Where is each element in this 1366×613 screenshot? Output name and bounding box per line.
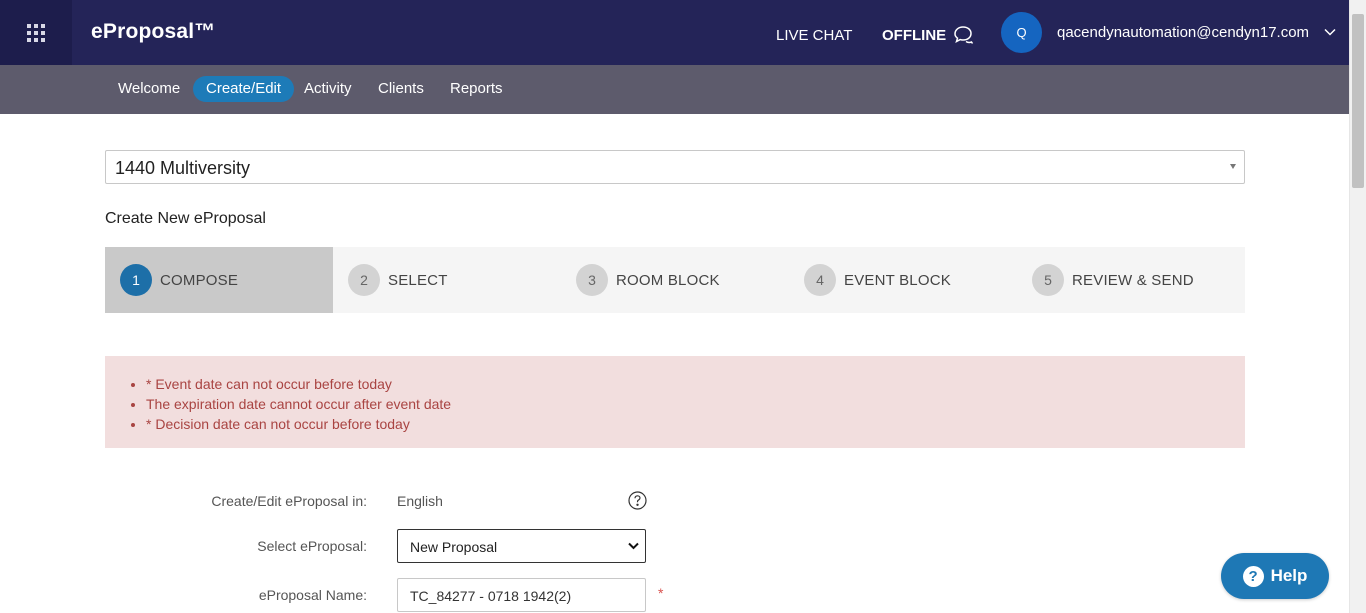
question-circle-icon[interactable] (628, 491, 647, 510)
error-item: The expiration date cannot occur after e… (146, 394, 451, 414)
chat-bubble-icon (954, 26, 974, 44)
step-number: 4 (804, 264, 836, 296)
error-item: * Event date can not occur before today (146, 374, 451, 394)
step-number: 1 (120, 264, 152, 296)
help-button[interactable]: ? Help (1221, 553, 1329, 599)
help-button-label: Help (1270, 566, 1308, 585)
proposal-name-input[interactable]: TC_84277 - 0718 1942(2) (397, 578, 646, 612)
chevron-down-icon[interactable] (1324, 28, 1336, 36)
step-event-block[interactable]: 4 EVENT BLOCK (789, 247, 1017, 313)
apps-menu-button[interactable] (0, 0, 72, 65)
property-select[interactable]: 1440 Multiversity (105, 150, 1245, 184)
offline-chat-status[interactable]: OFFLINE (882, 25, 974, 45)
language-label: Create/Edit eProposal in: (211, 493, 367, 509)
select-proposal-value: New Proposal (410, 539, 498, 555)
question-circle-icon: ? (1242, 565, 1264, 587)
step-label: REVIEW & SEND (1072, 271, 1194, 289)
main-nav: Welcome Create/Edit Activity Clients Rep… (0, 65, 1349, 114)
user-email-menu[interactable]: qacendynautomation@cendyn17.com (1057, 24, 1309, 41)
step-label: ROOM BLOCK (616, 271, 720, 289)
error-item: * Decision date can not occur before tod… (146, 414, 451, 434)
step-number: 5 (1032, 264, 1064, 296)
step-compose[interactable]: 1 COMPOSE (105, 247, 333, 313)
step-room-block[interactable]: 3 ROOM BLOCK (561, 247, 789, 313)
step-label: SELECT (388, 271, 448, 289)
offline-label: OFFLINE (882, 26, 947, 44)
scrollbar-thumb[interactable] (1352, 14, 1364, 188)
proposal-name-value: TC_84277 - 0718 1942(2) (410, 588, 572, 604)
step-number: 2 (348, 264, 380, 296)
wizard-stepper: 1 COMPOSE 2 SELECT 3 ROOM BLOCK 4 EVENT … (105, 247, 1245, 313)
page-scrollbar[interactable] (1349, 0, 1366, 613)
language-value: English (397, 493, 443, 509)
top-bar: eProposal™ LIVE CHAT OFFLINE Q qacendyna… (0, 0, 1349, 65)
step-label: EVENT BLOCK (844, 271, 951, 289)
step-label: COMPOSE (160, 271, 239, 289)
apps-grid-icon (27, 23, 45, 42)
nav-item-clients[interactable]: Clients (365, 76, 437, 102)
live-chat-link[interactable]: LIVE CHAT (776, 27, 852, 44)
nav-item-reports[interactable]: Reports (437, 76, 516, 102)
page-title: Create New eProposal (105, 210, 266, 227)
select-proposal-label: Select eProposal: (257, 538, 367, 554)
avatar[interactable]: Q (1001, 12, 1042, 53)
step-review-send[interactable]: 5 REVIEW & SEND (1017, 247, 1245, 313)
caret-down-icon (1230, 164, 1236, 169)
chevron-down-icon (628, 542, 639, 550)
step-number: 3 (576, 264, 608, 296)
select-proposal-dropdown[interactable]: New Proposal (397, 529, 646, 563)
required-marker: * (658, 585, 664, 601)
error-list: * Event date can not occur before today … (146, 374, 451, 434)
validation-error-box: * Event date can not occur before today … (105, 356, 1245, 448)
nav-item-welcome[interactable]: Welcome (105, 76, 193, 102)
property-select-value: 1440 Multiversity (115, 158, 251, 178)
brand-logo[interactable]: eProposal™ (91, 20, 216, 44)
nav-item-activity[interactable]: Activity (291, 76, 365, 102)
step-select[interactable]: 2 SELECT (333, 247, 561, 313)
nav-item-create-edit[interactable]: Create/Edit (193, 76, 295, 102)
proposal-name-label: eProposal Name: (258, 587, 367, 603)
